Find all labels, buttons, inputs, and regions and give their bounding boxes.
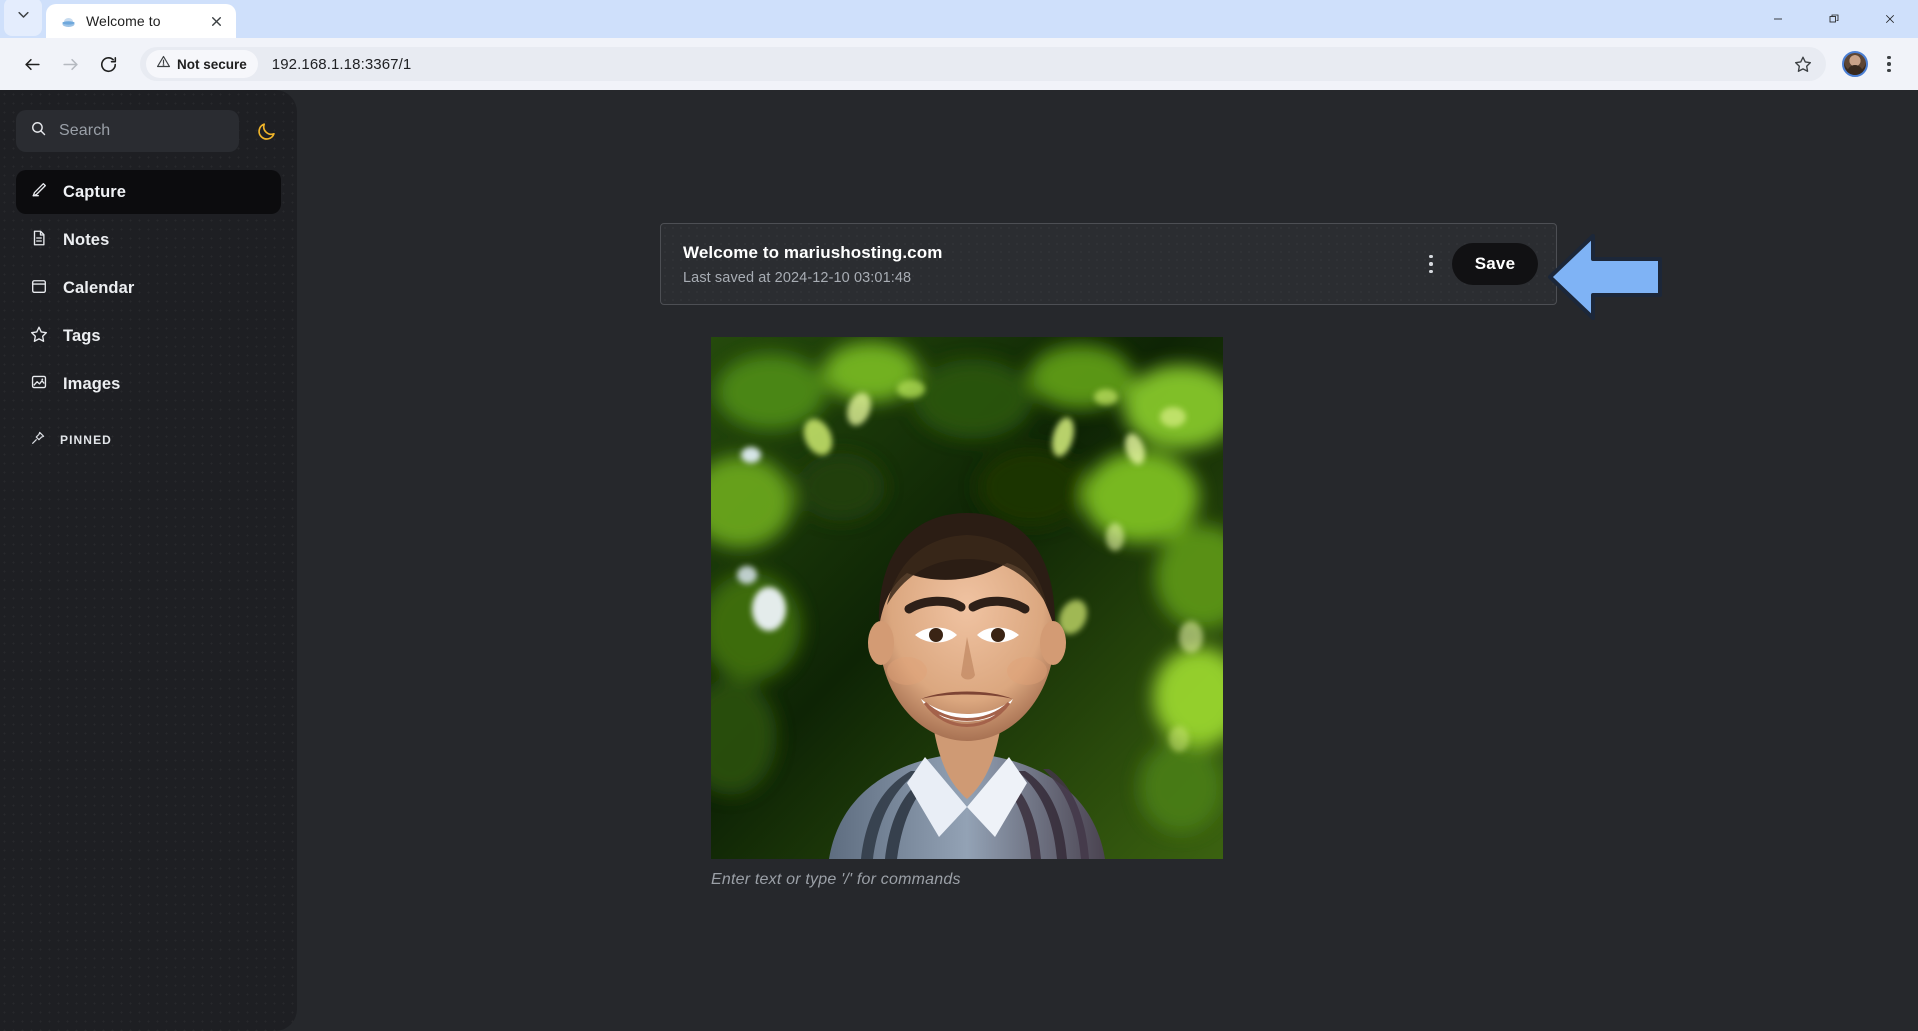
back-arrow-icon[interactable] [14,46,50,82]
sidebar-item-label: Calendar [63,278,135,297]
security-status-label: Not secure [177,56,247,72]
sidebar-item-label: Notes [63,230,110,249]
close-icon[interactable] [1862,0,1918,38]
browser-tab[interactable]: Welcome to [46,4,236,38]
chevron-down-icon [16,7,31,27]
portrait-photo [711,337,1223,859]
left-pointing-arrow-annotation [1547,233,1663,321]
tab-title: Welcome to [86,13,161,29]
sidebar-search-row: Search [16,110,281,152]
moon-icon[interactable] [251,116,281,146]
sidebar-section-pinned[interactable]: PINNED [16,420,281,460]
calendar-icon [30,277,48,300]
arrow-icon [1548,234,1662,320]
sidebar-nav: Capture Notes Calendar Tags Images [16,170,281,406]
search-placeholder: Search [59,122,111,139]
toolbar-right-cluster [1842,47,1904,81]
tab-search-button[interactable] [4,0,42,36]
search-input[interactable]: Search [16,110,239,152]
browser-tab-strip: Welcome to [0,0,1918,38]
restore-icon[interactable] [1806,0,1862,38]
sidebar-item-notes[interactable]: Notes [16,218,281,262]
forward-arrow-icon [52,46,88,82]
save-button[interactable]: Save [1452,243,1538,285]
cloud-favicon [60,13,77,30]
three-dots-vertical-icon[interactable] [1874,47,1904,81]
star-icon[interactable] [1788,49,1818,79]
reload-icon[interactable] [90,46,126,82]
sidebar: Search Capture Notes Calendar Tags Image… [0,90,297,1031]
note-meta: Welcome to mariushosting.com Last saved … [683,243,1416,286]
sidebar-item-label: Images [63,374,121,393]
page-title: Welcome to mariushosting.com [683,242,943,262]
pencil-icon [30,181,48,204]
note-last-saved: Last saved at 2024-12-10 03:01:48 [683,269,912,286]
sidebar-item-label: Tags [63,326,101,345]
image-icon [30,373,48,396]
sidebar-item-tags[interactable]: Tags [16,314,281,358]
omnibox[interactable]: Not secure 192.168.1.18:3367/1 [140,47,1826,81]
three-dots-vertical-icon[interactable] [1416,246,1446,282]
sidebar-section-label: PINNED [60,433,112,447]
star-icon [30,325,48,348]
note-header-card: Welcome to mariushosting.com Last saved … [660,223,1557,305]
sidebar-item-calendar[interactable]: Calendar [16,266,281,310]
editor-placeholder[interactable]: Enter text or type '/' for commands [711,871,961,889]
avatar[interactable] [1842,51,1868,77]
pin-icon [30,430,46,451]
sidebar-item-label: Capture [63,182,127,201]
window-controls [1750,0,1918,38]
sidebar-item-capture[interactable]: Capture [16,170,281,214]
security-status-chip[interactable]: Not secure [146,50,258,78]
minimize-icon[interactable] [1750,0,1806,38]
url-text: 192.168.1.18:3367/1 [271,55,412,73]
sidebar-item-images[interactable]: Images [16,362,281,406]
document-icon [30,229,48,252]
browser-toolbar: Not secure 192.168.1.18:3367/1 [0,38,1918,90]
main-content: Welcome to mariushosting.com Last saved … [297,90,1918,1031]
app-root: Search Capture Notes Calendar Tags Image… [0,90,1918,1031]
tab-close-icon[interactable] [206,11,226,31]
note-image [711,337,1223,859]
warning-triangle-icon [156,54,171,74]
search-icon [30,120,47,142]
